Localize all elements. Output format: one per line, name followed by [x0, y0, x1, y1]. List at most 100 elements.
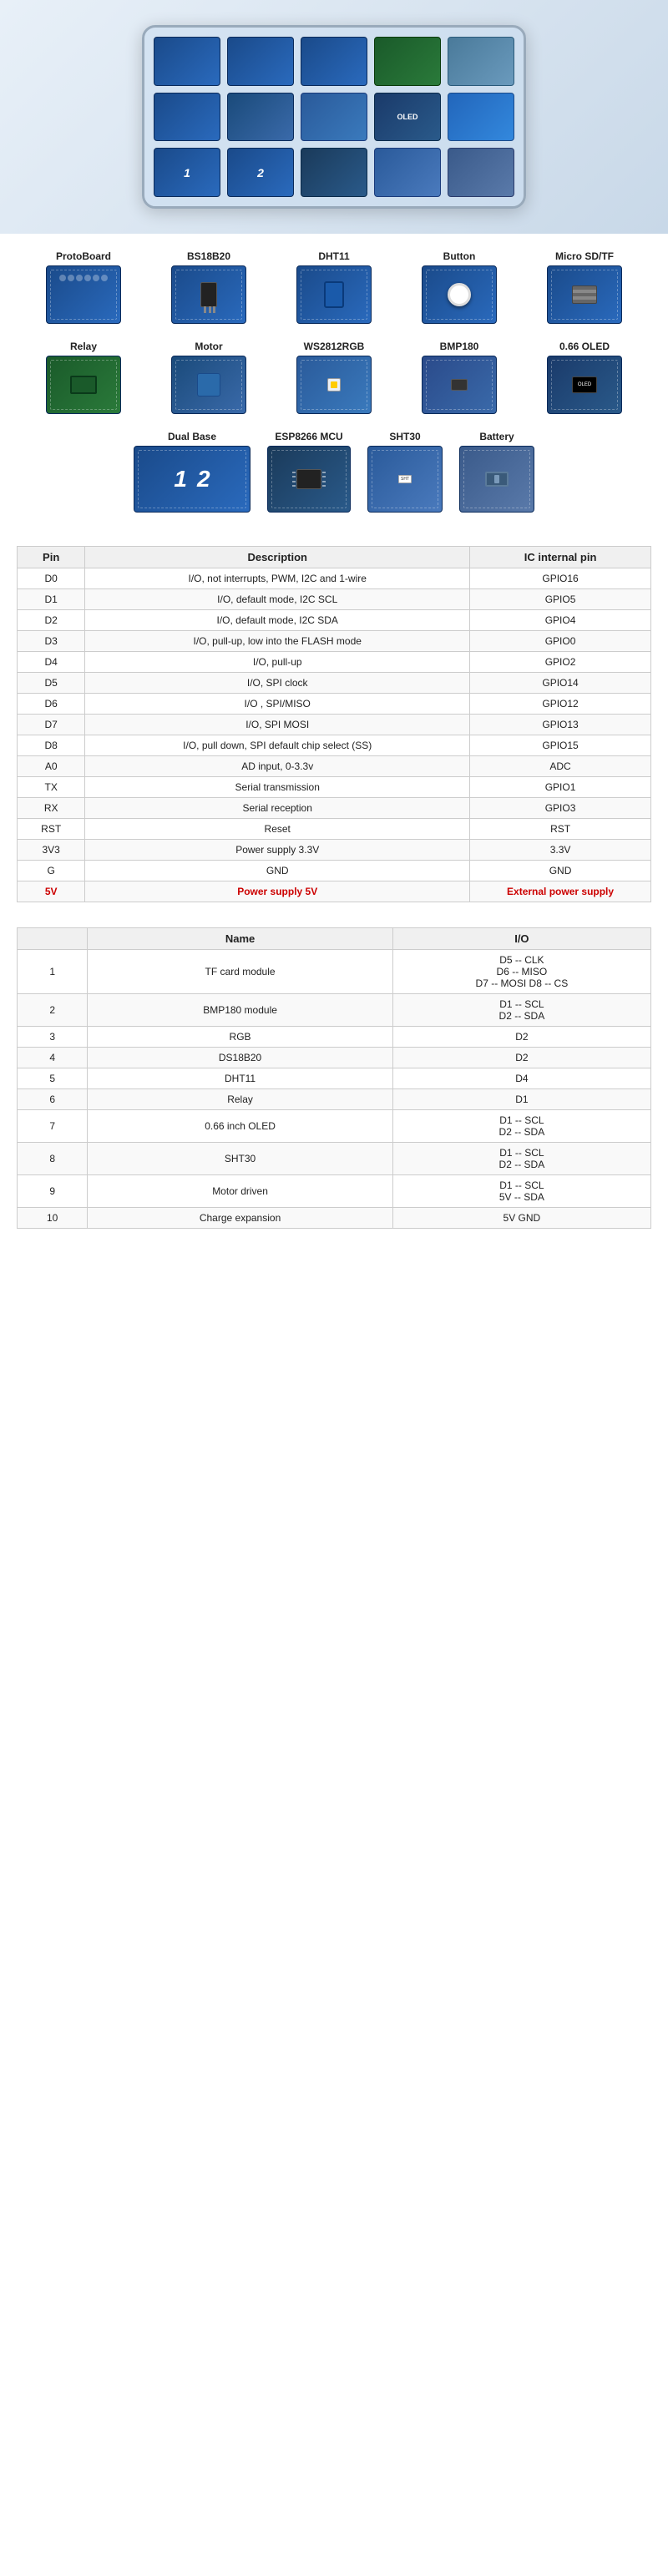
pin-cell: RX — [18, 798, 85, 819]
component-image — [547, 265, 622, 324]
pin-cell: A0 — [18, 756, 85, 777]
name-cell: SHT30 — [88, 1143, 392, 1175]
component-image — [422, 356, 497, 414]
ic-cell: GPIO5 — [470, 589, 651, 610]
table-row: D4 I/O, pull-up GPIO2 — [18, 652, 651, 673]
components-section: ProtoBoard BS18B20 — [0, 234, 668, 538]
name-cell: Charge expansion — [88, 1208, 392, 1229]
hero-image: OLED 1 2 — [0, 0, 668, 234]
pin-cell: D4 — [18, 652, 85, 673]
component-dht11: DHT11 — [276, 250, 392, 324]
name-cell: TF card module — [88, 950, 392, 994]
component-image — [267, 446, 351, 513]
desc-cell: Power supply 5V — [85, 881, 470, 902]
ic-cell: GPIO3 — [470, 798, 651, 819]
num-cell: 5 — [18, 1068, 88, 1089]
component-image — [296, 356, 372, 414]
component-oled: 0.66 OLED OLED — [526, 341, 643, 414]
table-row: 3 RGB D2 — [18, 1027, 651, 1048]
pin-cell: D7 — [18, 715, 85, 735]
desc-cell: I/O , SPI‎/MISO — [85, 694, 470, 715]
table-row: D6 I/O , SPI‎/MISO GPIO12 — [18, 694, 651, 715]
component-image — [422, 265, 497, 324]
desc-cell: Serial reception — [85, 798, 470, 819]
component-label: 0.66 OLED — [559, 341, 610, 352]
pin-cell: 5V — [18, 881, 85, 902]
component-relay: Relay — [25, 341, 142, 414]
name-cell: RGB — [88, 1027, 392, 1048]
component-image — [296, 265, 372, 324]
component-protoboard: ProtoBoard — [25, 250, 142, 324]
num-cell: 7 — [18, 1110, 88, 1143]
table-row: TX Serial transmission GPIO1 — [18, 777, 651, 798]
component-label: Motor — [195, 341, 222, 352]
pin-cell: D0 — [18, 568, 85, 589]
ic-cell: GPIO2 — [470, 652, 651, 673]
desc-cell: Serial transmission — [85, 777, 470, 798]
num-cell: 8 — [18, 1143, 88, 1175]
ic-cell: GND — [470, 861, 651, 881]
desc-cell: GND — [85, 861, 470, 881]
table-row: 10 Charge expansion 5V GND — [18, 1208, 651, 1229]
component-image — [459, 446, 534, 513]
component-microsd: Micro SD/TF — [526, 250, 643, 324]
io-cell: D1 -- SCL5V -- SDA — [392, 1175, 650, 1208]
ic-cell: ADC — [470, 756, 651, 777]
table-row: 4 DS18B20 D2 — [18, 1048, 651, 1068]
ic-cell: GPIO15 — [470, 735, 651, 756]
component-label: Battery — [479, 431, 514, 442]
io-cell: D4 — [392, 1068, 650, 1089]
component-row-1: ProtoBoard BS18B20 — [25, 250, 643, 324]
component-ws2812rgb: WS2812RGB — [276, 341, 392, 414]
table-row: 5 DHT11 D4 — [18, 1068, 651, 1089]
ic-cell: 3.3V — [470, 840, 651, 861]
pin-cell: 3V3 — [18, 840, 85, 861]
ic-cell: GPIO1 — [470, 777, 651, 798]
ic-cell: GPIO14 — [470, 673, 651, 694]
table-row: 5V Power supply 5V External power supply — [18, 881, 651, 902]
component-label: DHT11 — [318, 250, 349, 262]
table-row: 8 SHT30 D1 -- SCLD2 -- SDA — [18, 1143, 651, 1175]
pin-cell: D2 — [18, 610, 85, 631]
name-cell: DHT11 — [88, 1068, 392, 1089]
component-image — [46, 356, 121, 414]
num-cell: 9 — [18, 1175, 88, 1208]
module-table: Name I/O 1 TF card module D5 -- CLKD6 --… — [17, 927, 651, 1229]
pin-cell: TX — [18, 777, 85, 798]
table-row: G GND GND — [18, 861, 651, 881]
component-esp8266mcu: ESP8266 MCU — [267, 431, 351, 513]
table-row: D5 I/O, SPI clock GPIO14 — [18, 673, 651, 694]
component-label: WS2812RGB — [304, 341, 365, 352]
pin-table-header-desc: Description — [85, 547, 470, 568]
component-image: 1 2 — [134, 446, 250, 513]
pin-cell: G — [18, 861, 85, 881]
ic-cell: External power supply — [470, 881, 651, 902]
component-sht30: SHT30 SHT — [367, 431, 443, 513]
component-image — [171, 265, 246, 324]
desc-cell: I/O, default mode, I2C SDA — [85, 610, 470, 631]
io-cell: D1 -- SCLD2 -- SDA — [392, 1143, 650, 1175]
num-cell: 3 — [18, 1027, 88, 1048]
table-row: 2 BMP180 module D1 -- SCLD2 -- SDA — [18, 994, 651, 1027]
desc-cell: I/O, not interrupts, PWM, I2C and 1-wire — [85, 568, 470, 589]
component-image — [171, 356, 246, 414]
module-header-name: Name — [88, 928, 392, 950]
io-cell: D1 — [392, 1089, 650, 1110]
component-label: Micro SD/TF — [555, 250, 614, 262]
pin-table: Pin Description IC internal pin D0 I/O, … — [17, 546, 651, 902]
component-bmp180: BMP180 — [401, 341, 518, 414]
ic-cell: GPIO12 — [470, 694, 651, 715]
table-row: 7 0.66 inch OLED D1 -- SCLD2 -- SDA — [18, 1110, 651, 1143]
desc-cell: I/O, pull down, SPI default chip select … — [85, 735, 470, 756]
pin-cell: D3 — [18, 631, 85, 652]
component-button: Button — [401, 250, 518, 324]
component-motor: Motor — [150, 341, 267, 414]
module-table-section: Name I/O 1 TF card module D5 -- CLKD6 --… — [0, 919, 668, 1245]
component-row-3: Dual Base 1 2 ESP8266 MCU — [25, 431, 643, 513]
component-image: OLED — [547, 356, 622, 414]
module-header-num — [18, 928, 88, 950]
io-cell: D5 -- CLKD6 -- MISOD7 -- MOSI D8 -- CS — [392, 950, 650, 994]
ic-cell: GPIO0 — [470, 631, 651, 652]
ic-cell: GPIO4 — [470, 610, 651, 631]
name-cell: DS18B20 — [88, 1048, 392, 1068]
